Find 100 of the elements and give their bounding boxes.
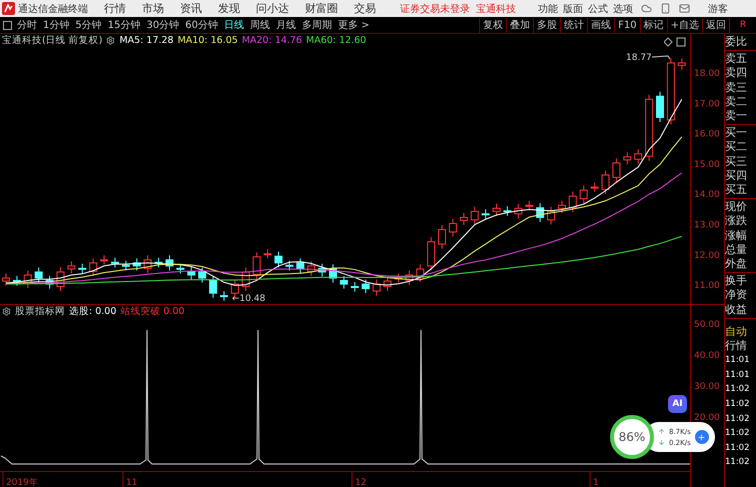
period-tab[interactable]: 多周期: [302, 18, 332, 32]
indicator-axis-label: 20.00: [694, 413, 720, 423]
toolbar-button[interactable]: 画线: [587, 18, 614, 32]
menu-item[interactable]: 功能: [538, 2, 558, 16]
candle: [350, 281, 359, 292]
candle: [482, 208, 490, 220]
envelope-icon[interactable]: [679, 3, 690, 14]
quote-field-label: 买四: [725, 168, 748, 184]
candle: [166, 254, 174, 271]
settings-icon[interactable]: [106, 36, 116, 45]
period-tab[interactable]: 日线: [224, 18, 244, 32]
candle: [318, 263, 326, 278]
app-title: 通达信金融终端: [18, 2, 89, 16]
indicator-name: 股票指标网: [15, 305, 65, 318]
candle: [612, 158, 620, 182]
quote-field-label: 外盘: [725, 257, 748, 272]
quote-field-label: 委比: [725, 35, 748, 50]
price-axis-label: 14.00: [694, 190, 720, 200]
menu-item[interactable]: 财富圈: [305, 1, 338, 16]
trade-time: 11:02: [725, 412, 750, 426]
menu-item[interactable]: 公式: [588, 2, 608, 16]
quote-field-label: 卖四: [725, 66, 748, 81]
candle: [89, 258, 98, 276]
menu-item[interactable]: 行情: [104, 1, 126, 16]
candle: [122, 260, 130, 271]
period-tab[interactable]: 月线: [276, 18, 296, 32]
candle: [187, 266, 196, 280]
candle: [460, 212, 468, 226]
quote-field-label: 买五: [725, 183, 748, 198]
settings-icon[interactable]: [2, 307, 11, 316]
stock-name-link[interactable]: 宝通科技: [476, 2, 516, 16]
period-tab[interactable]: 1分钟: [43, 18, 70, 32]
candle: [220, 290, 228, 302]
candle: [590, 182, 599, 192]
menu-item[interactable]: 市场: [142, 1, 164, 16]
toolbar-button[interactable]: 返回: [702, 18, 729, 32]
period-tab[interactable]: 分时: [17, 18, 37, 32]
candle: [666, 58, 675, 125]
menu-item[interactable]: 选项: [613, 2, 633, 16]
plus-icon[interactable]: [694, 430, 709, 444]
period-tab[interactable]: 15分钟: [108, 18, 140, 32]
candle: [34, 266, 43, 284]
candle: [296, 258, 304, 274]
more-periods-button[interactable]: 更多 >: [338, 18, 370, 32]
toolbar-button[interactable]: 多股: [533, 18, 560, 32]
candle: [678, 58, 686, 70]
menu-item[interactable]: 交易: [354, 1, 376, 16]
trade-time: 11:02: [725, 383, 750, 396]
candle: [416, 264, 424, 282]
ai-button[interactable]: AI: [668, 395, 687, 413]
candle: [100, 254, 108, 265]
period-tab[interactable]: 周线: [250, 18, 270, 32]
moving-average-value: MA10: 16.05: [178, 35, 238, 46]
indicator-reading: 站线突破 0.00: [120, 305, 185, 318]
quote-field-label: 买三: [725, 154, 748, 169]
toolbar-button[interactable]: 复权: [479, 18, 506, 32]
high-price-label: 18.77: [626, 53, 652, 63]
price-axis-label: 12.00: [694, 250, 720, 261]
toolbar-button[interactable]: 标记: [640, 18, 667, 32]
candle: [362, 279, 370, 294]
candle: [307, 260, 316, 276]
candle: [176, 263, 184, 274]
indicator-axis-label: 40.00: [694, 351, 720, 361]
price-axis-label: 16.00: [694, 130, 720, 140]
toolbar-button[interactable]: 统计: [560, 18, 588, 32]
menu-item[interactable]: 发现: [218, 1, 240, 16]
menu-item[interactable]: 问小达: [256, 1, 289, 16]
quote-field-label: 总量: [725, 242, 748, 258]
menu-item[interactable]: 版面: [563, 2, 583, 16]
candle: [329, 264, 337, 284]
quote-field-label: 卖五: [725, 52, 748, 66]
cloud-icon[interactable]: [641, 3, 652, 14]
quote-field-label: 换手: [725, 274, 748, 288]
indicator-axis-label: 50.00: [694, 320, 720, 330]
candle: [67, 260, 76, 274]
candle: [111, 257, 119, 268]
toolbar-button[interactable]: 叠加: [506, 18, 534, 32]
window-icon[interactable]: [676, 38, 686, 46]
menu-item[interactable]: 资讯: [180, 1, 202, 16]
candle: [285, 260, 294, 271]
candle: [503, 206, 512, 216]
toolbar-button[interactable]: F10: [614, 18, 640, 32]
period-tab[interactable]: 5分钟: [75, 18, 102, 32]
price-axis-label: 11.00: [694, 281, 720, 292]
quote-field-label: 净资: [725, 288, 748, 303]
phone-icon[interactable]: [660, 3, 671, 14]
speed-percent-gauge: 86%: [610, 415, 654, 459]
user-label[interactable]: 游客: [708, 2, 728, 16]
panel-toggle-icon[interactable]: [3, 20, 12, 30]
candle: [242, 266, 250, 292]
period-tab[interactable]: 60分钟: [185, 18, 218, 32]
toolbar-button[interactable]: +自选: [666, 18, 702, 32]
quote-field-label: 涨幅: [725, 228, 748, 243]
date-label: 1: [593, 478, 599, 487]
diamond-icon[interactable]: [664, 37, 673, 47]
period-tab[interactable]: 30分钟: [146, 18, 180, 32]
candle: [12, 275, 21, 286]
price-axis-label: 17.00: [694, 99, 720, 110]
candle: [568, 191, 577, 213]
candle: [144, 254, 152, 274]
